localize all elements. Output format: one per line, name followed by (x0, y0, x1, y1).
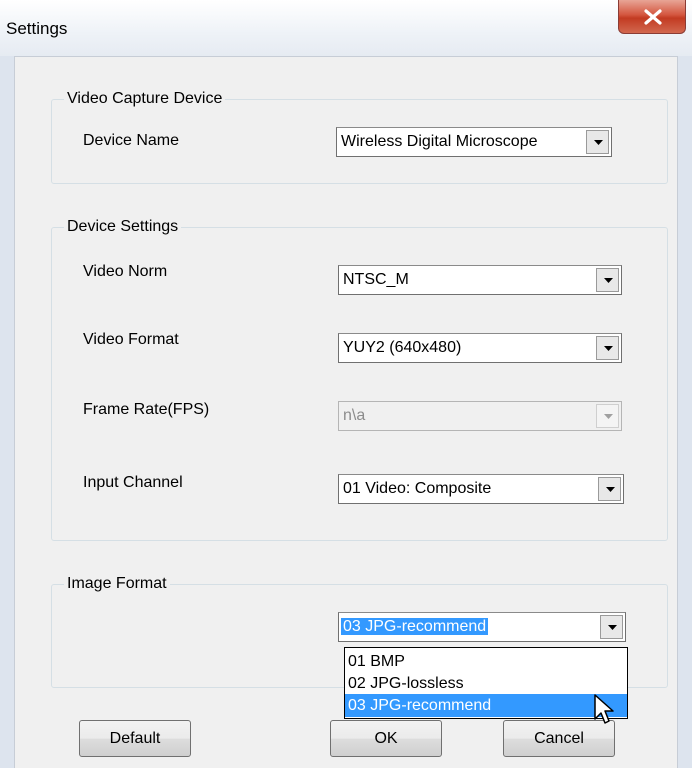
input-channel-label: Input Channel (83, 474, 183, 491)
ok-button[interactable]: OK (330, 720, 442, 757)
default-button[interactable]: Default (79, 720, 191, 757)
mouse-pointer-icon (594, 694, 614, 724)
video-norm-select[interactable]: NTSC_M (338, 265, 622, 295)
video-format-label: Video Format (83, 331, 179, 348)
device-name-label: Device Name (83, 132, 180, 149)
dropdown-button[interactable] (598, 477, 621, 501)
window-frame-left (0, 56, 14, 768)
close-icon (644, 9, 662, 25)
chevron-down-icon (594, 140, 603, 145)
dropdown-button[interactable] (596, 268, 619, 292)
close-button[interactable] (618, 0, 686, 34)
window-frame-right (678, 56, 692, 768)
window-title: Settings (6, 19, 68, 38)
video-format-select[interactable]: YUY2 (640x480) (338, 333, 622, 363)
chevron-down-icon (604, 346, 613, 351)
input-channel-select[interactable]: 01 Video: Composite (338, 474, 624, 504)
dropdown-option-jpg-lossless[interactable]: 02 JPG-lossless (345, 672, 627, 695)
dropdown-button[interactable] (600, 615, 623, 639)
group-label: Image Format (64, 574, 170, 594)
image-format-dropdown-list[interactable]: 01 BMP 02 JPG-lossless 03 JPG-recommend (344, 647, 628, 719)
image-format-select[interactable]: 03 JPG-recommend (338, 612, 626, 642)
video-norm-value: NTSC_M (343, 271, 409, 288)
dropdown-option-jpg-recommend[interactable]: 03 JPG-recommend (345, 694, 627, 717)
video-format-value: YUY2 (640x480) (343, 339, 462, 356)
video-norm-label: Video Norm (83, 263, 168, 280)
device-name-select[interactable]: Wireless Digital Microscope (336, 127, 612, 157)
dropdown-button[interactable] (596, 336, 619, 360)
input-channel-value: 01 Video: Composite (343, 480, 492, 497)
image-format-value: 03 JPG-recommend (341, 617, 489, 637)
dropdown-option-bmp[interactable]: 01 BMP (345, 650, 627, 673)
group-label: Video Capture Device (64, 89, 226, 109)
group-label: Device Settings (64, 217, 182, 237)
chevron-down-icon (608, 625, 617, 630)
dropdown-button[interactable] (586, 130, 609, 154)
chevron-down-icon (604, 278, 613, 283)
chevron-down-icon (606, 487, 615, 492)
dropdown-button (596, 404, 619, 428)
image-format-selected-text: 03 JPG-recommend (341, 618, 489, 635)
title-bar[interactable]: Settings (0, 0, 692, 56)
frame-rate-select: n\a (338, 401, 622, 431)
frame-rate-label: Frame Rate(FPS) (83, 401, 210, 418)
device-name-value: Wireless Digital Microscope (341, 133, 538, 150)
chevron-down-icon (604, 414, 613, 419)
frame-rate-value: n\a (343, 407, 366, 424)
